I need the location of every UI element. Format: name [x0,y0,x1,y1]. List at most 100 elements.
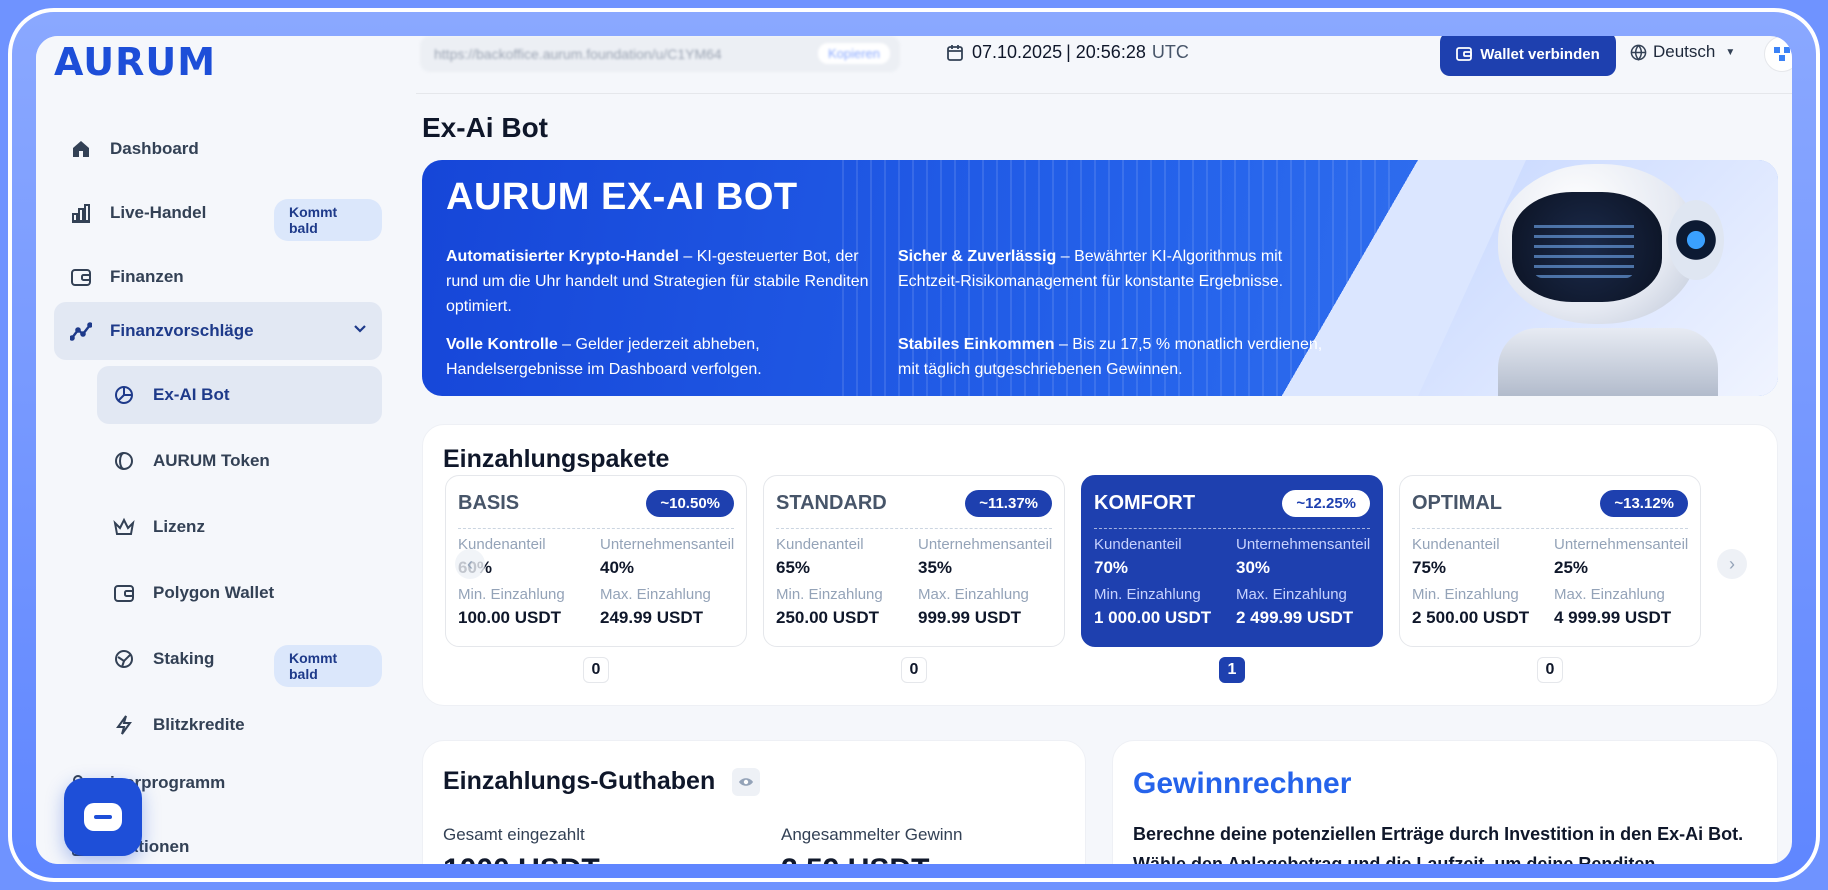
server-datetime: 07.10.2025 | 20:56:28 UTC [946,42,1189,63]
hero-feature-title: Volle Kontrolle [446,336,558,353]
company-share-label: Unternehmensanteil [1236,536,1371,553]
package-quantity[interactable]: 0 [583,657,609,683]
referral-link-field[interactable]: https://backoffice.aurum.foundation/u/C1… [420,36,900,72]
calculator-description: Berechne deine potenziellen Erträge durc… [1133,824,1744,864]
sidebar-item-label: Dashboard [110,139,199,158]
wallet-icon [111,580,137,606]
chat-support-button[interactable] [64,778,142,856]
hero-title: AURUM EX-AI BOT [446,176,798,218]
home-icon [68,136,94,162]
carousel-prev-button[interactable]: ‹ [455,549,485,579]
aurum-logo[interactable]: AURUM [54,40,216,84]
total-deposited-value: 1000 USDT [443,853,600,864]
sidebar-item-aurum-token[interactable]: AURUM Token [97,432,382,490]
accumulated-profit-label: Angesammelter Gewinn [781,825,963,844]
package-quantity[interactable]: 1 [1219,657,1245,683]
caret-down-icon: ▼ [1725,46,1736,58]
sidebar-item-staking[interactable]: Staking Kommt bald [97,630,382,688]
globe-icon [1630,44,1647,61]
accumulated-profit-value: 2.59 USDT [781,853,929,864]
hero-feature-title: Sicher & Zuverlässig [898,248,1057,265]
max-deposit-value: 249.99 USDT [600,608,703,627]
sidebar-item-label: AURUM Token [153,451,270,470]
sidebar-item-blitzkredite[interactable]: Blitzkredite [97,696,382,754]
package-card-standard[interactable]: STANDARD ~11.37% Kundenanteil Unternehme… [763,475,1065,647]
deposit-packages-card: Einzahlungspakete BASIS ~10.50% Kundenan… [422,424,1778,706]
chevron-right-icon: › [1729,553,1735,574]
sidebar-item-dashboard[interactable]: Dashboard [54,120,382,178]
chevron-down-icon[interactable] [352,320,368,341]
lightning-icon [111,712,137,738]
token-coin-icon [111,448,137,474]
min-deposit-label: Min. Einzahlung [1412,586,1519,603]
max-deposit-label: Max. Einzahlung [1554,586,1665,603]
wallet-icon [68,264,94,290]
package-quantity[interactable]: 0 [1537,657,1563,683]
chat-icon [84,803,122,831]
crown-icon [111,514,137,540]
section-title-text: Einzahlungs-Guthaben [443,767,716,795]
sidebar-item-ex-ai-bot[interactable]: Ex-AI Bot [97,366,382,424]
date-text: 07.10.2025 [972,42,1063,62]
chevron-left-icon: ‹ [467,553,473,574]
sidebar-item-live-handel[interactable]: Live-Handel Kommt bald [54,184,382,242]
sidebar: AURUM Dashboard Live-Handel Kommt bald F… [36,36,416,864]
top-bar: https://backoffice.aurum.foundation/u/C1… [416,36,1792,94]
package-rate-badge: ~10.50% [646,490,734,517]
hero-feature-title: Automatisierter Krypto-Handel [446,248,679,265]
min-deposit-value: 1 000.00 USDT [1094,608,1212,627]
hero-feature: Sicher & Zuverlässig – Bewährter KI-Algo… [898,244,1338,294]
coming-soon-badge: Kommt bald [274,199,382,241]
hero-feature: Volle Kontrolle – Gelder jederzeit abheb… [446,332,826,382]
package-card-komfort[interactable]: KOMFORT ~12.25% Kundenanteil Unternehmen… [1081,475,1383,647]
package-rate-badge: ~13.12% [1600,490,1688,517]
company-share-label: Unternehmensanteil [600,536,735,553]
package-card-basis[interactable]: BASIS ~10.50% Kundenanteil Unternehmensa… [445,475,747,647]
max-deposit-label: Max. Einzahlung [918,586,1029,603]
company-share-label: Unternehmensanteil [1554,536,1689,553]
sidebar-item-finanzen[interactable]: Finanzen [54,248,382,306]
company-share-value: 30% [1236,558,1271,577]
customer-share-label: Kundenanteil [1412,536,1500,553]
max-deposit-value: 2 499.99 USDT [1236,608,1354,627]
bar-chart-icon [68,200,94,226]
company-share-value: 35% [918,558,953,577]
max-deposit-value: 999.99 USDT [918,608,1021,627]
package-quantity[interactable]: 0 [901,657,927,683]
connect-wallet-button[interactable]: Wallet verbinden [1440,36,1616,76]
carousel-next-button[interactable]: › [1717,549,1747,579]
total-deposited-label: Gesamt eingezahlt [443,825,585,844]
sidebar-item-polygon-wallet[interactable]: Polygon Wallet [97,564,382,622]
hero-banner: AURUM EX-AI BOT Automatisierter Krypto-H… [422,160,1778,396]
robot-illustration [1468,160,1738,396]
min-deposit-label: Min. Einzahlung [458,586,565,603]
min-deposit-value: 2 500.00 USDT [1412,608,1530,627]
section-title: Einzahlungspakete [443,445,670,473]
trend-line-icon [68,318,94,344]
sidebar-item-label: Finanzen [110,267,184,286]
calendar-icon [947,44,963,61]
package-name: OPTIMAL [1412,492,1502,514]
package-card-optimal[interactable]: OPTIMAL ~13.12% Kundenanteil Unternehmen… [1399,475,1701,647]
copy-link-button[interactable]: Kopieren [817,43,890,64]
user-avatar[interactable] [1764,36,1792,72]
deposit-balance-card: Einzahlungs-Guthaben Gesamt eingezahlt A… [422,740,1086,864]
sidebar-item-label: Lizenz [153,517,205,536]
time-text: | 20:56:28 [1066,42,1146,62]
main-content: https://backoffice.aurum.foundation/u/C1… [416,36,1792,864]
package-name: STANDARD [776,492,887,514]
package-name: KOMFORT [1094,492,1196,514]
avatar-logo-icon [1774,47,1790,61]
eye-icon[interactable] [732,768,761,797]
sidebar-item-finanzvorschlaege[interactable]: Finanzvorschläge [54,302,382,360]
sidebar-item-lizenz[interactable]: Lizenz [97,498,382,556]
hero-feature: Stabiles Einkommen – Bis zu 17,5 % monat… [898,332,1338,382]
wallet-icon [1456,47,1473,61]
min-deposit-label: Min. Einzahlung [1094,586,1201,603]
min-deposit-value: 250.00 USDT [776,608,879,627]
language-selector[interactable]: Deutsch ▼ [1630,42,1735,62]
package-name: BASIS [458,492,520,514]
section-title: Einzahlungs-Guthaben [443,767,761,797]
hero-feature: Automatisierter Krypto-Handel – KI-geste… [446,244,882,319]
profit-calculator-card: Gewinnrechner Berechne deine potenzielle… [1112,740,1778,864]
